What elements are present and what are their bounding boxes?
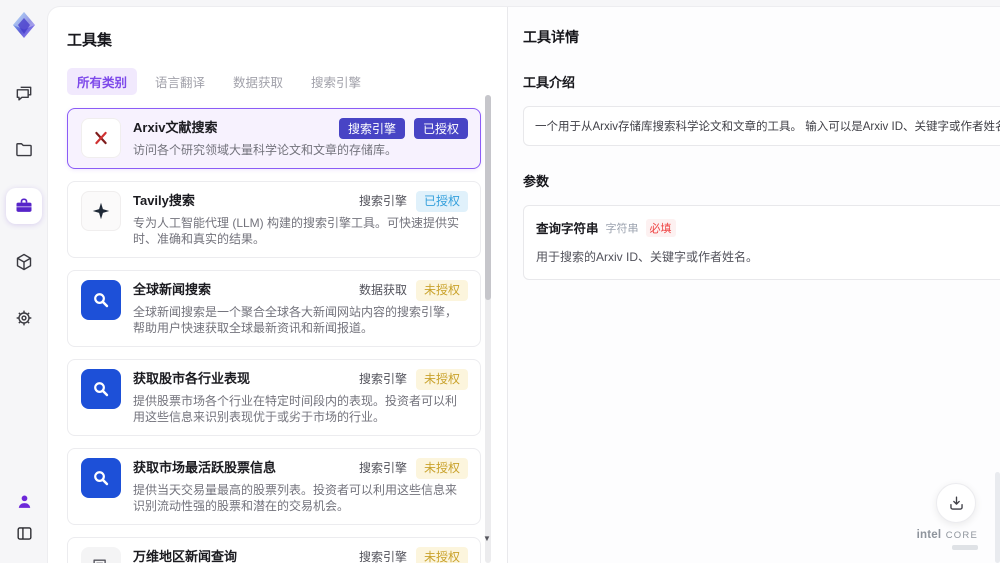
brand-subtext-bar	[952, 545, 978, 550]
tool-card[interactable]: Tavily搜索 搜索引擎 已授权专为人工智能代理 (LLM) 构建的搜索引擎工具。…	[67, 180, 481, 258]
params-heading: 参数	[523, 174, 550, 189]
tab-search-engine[interactable]: 搜索引擎	[301, 68, 371, 95]
gear-icon[interactable]	[6, 300, 42, 336]
tab-data-fetch[interactable]: 数据获取	[223, 68, 293, 95]
tool-desc: 全球新闻搜索是一个聚合全球各大新闻网站内容的搜索引擎，帮助用户快速获取全球最新资…	[133, 304, 458, 336]
param-desc: 用于搜索的Arxiv ID、关键字或作者姓名。	[536, 250, 759, 264]
tool-desc: 专为人工智能代理 (LLM) 构建的搜索引擎工具。可快速提供实时、准确和真实的结…	[133, 215, 460, 247]
tool-name: 获取股市各行业表现	[133, 370, 251, 386]
tool-name: Arxiv文献搜索	[133, 120, 218, 135]
tool-desc: 访问各个研究领域大量科学论文和文章的存储库。	[133, 143, 398, 157]
toolbox-icon[interactable]	[6, 188, 42, 224]
tool-name: 万维地区新闻查询	[133, 548, 238, 563]
app-window: 工具集 所有类别 语言翻译 数据获取 搜索引擎 Arxiv文献搜索 搜索引擎 已授权…	[0, 0, 1000, 563]
avatar-icon[interactable]	[6, 485, 42, 517]
param-name: 查询字符串	[536, 222, 599, 236]
scrollbar-thumb[interactable]	[485, 95, 491, 300]
app-logo-icon	[7, 8, 41, 42]
intro-text: 一个用于从Arxiv存储库搜索科学论文和文章的工具。 输入可以是Arxiv ID…	[523, 106, 1000, 146]
tool-card[interactable]: 获取市场最活跃股票信息 搜索引擎 未授权提供当天交易量最高的股票列表。投资者可以利用…	[67, 447, 481, 525]
tool-card[interactable]: Arxiv文献搜索 搜索引擎 已授权访问各个研究领域大量科学论文和文章的存储库。	[67, 108, 481, 169]
category-tabs: 所有类别 语言翻译 数据获取 搜索引擎	[67, 68, 481, 95]
scroll-down-icon[interactable]: ▼	[483, 534, 491, 543]
arxiv-icon	[81, 118, 121, 158]
news-icon	[81, 546, 121, 563]
param-card: 查询字符串 字符串 必填 用于搜索的Arxiv ID、关键字或作者姓名。	[523, 205, 1000, 280]
main-content: 工具集 所有类别 语言翻译 数据获取 搜索引擎 Arxiv文献搜索 搜索引擎 已授权…	[48, 7, 1000, 563]
category-badge: 搜索引擎	[358, 194, 407, 208]
param-required-badge: 必填	[645, 218, 676, 237]
tool-list: Arxiv文献搜索 搜索引擎 已授权 访问各个研究领域大量科学论文和文章的存储库。 Ta…	[67, 108, 481, 563]
tool-name: 获取市场最活跃股票信息	[133, 459, 277, 475]
search-blue-icon	[81, 457, 121, 498]
chat-icon[interactable]	[6, 76, 42, 112]
tab-translation[interactable]: 语言翻译	[145, 68, 215, 95]
param-type: 字符串	[605, 222, 639, 235]
page-title: 工具集	[67, 32, 113, 49]
tool-card[interactable]: 万维地区新闻查询搜索引擎未授权查询具体行政区划内的新闻，快速了解各地新闻动	[67, 536, 481, 563]
tool-card[interactable]: 全球新闻搜索 数据获取 未授权全球新闻搜索是一个聚合全球各大新闻网站内容的搜索引擎，…	[67, 269, 481, 347]
folder-icon[interactable]	[6, 132, 42, 168]
intel-core-logo: intel CORE	[917, 528, 978, 550]
panel-toggle-icon[interactable]	[6, 517, 42, 549]
category-badge: 搜索引擎	[358, 550, 407, 563]
list-scrollbar[interactable]: ▼	[483, 95, 491, 563]
tool-desc: 提供股票市场各个行业在特定时间段内的表现。投资者可以利用这些信息来识别表现优于或…	[133, 393, 458, 425]
download-button[interactable]	[936, 483, 976, 523]
tab-all-categories[interactable]: 所有类别	[67, 68, 138, 95]
brand-intel: intel	[916, 529, 942, 541]
category-badge: 搜索引擎	[338, 118, 405, 139]
search-blue-icon	[81, 368, 121, 409]
tool-name: Tavily搜索	[133, 192, 195, 208]
tool-desc: 提供当天交易量最高的股票列表。投资者可以利用这些信息来识别流动性强的股票和潜在的…	[133, 482, 458, 514]
intro-heading: 工具介绍	[523, 75, 576, 90]
brand-core: CORE	[945, 530, 978, 541]
tool-name: 全球新闻搜索	[133, 281, 212, 297]
auth-badge: 未授权	[415, 368, 468, 390]
auth-badge: 已授权	[413, 118, 468, 139]
sidebar	[0, 0, 48, 563]
window-scrollbar[interactable]	[995, 472, 1000, 563]
category-badge: 搜索引擎	[358, 461, 407, 475]
category-badge: 数据获取	[358, 283, 407, 297]
tool-list-panel: 工具集 所有类别 语言翻译 数据获取 搜索引擎 Arxiv文献搜索 搜索引擎 已授权…	[48, 7, 507, 563]
auth-badge: 未授权	[415, 546, 468, 563]
tavily-icon	[81, 190, 121, 231]
auth-badge: 未授权	[415, 457, 468, 479]
details-title: 工具详情	[523, 29, 579, 45]
tool-details-panel: 工具详情 工具介绍 一个用于从Arxiv存储库搜索科学论文和文章的工具。 输入可…	[507, 7, 1000, 563]
auth-badge: 未授权	[415, 279, 468, 301]
category-badge: 搜索引擎	[358, 372, 407, 386]
auth-badge: 已授权	[415, 190, 468, 212]
cube-icon[interactable]	[6, 244, 42, 280]
search-blue-icon	[81, 279, 121, 320]
tool-card[interactable]: 获取股市各行业表现 搜索引擎 未授权提供股票市场各个行业在特定时间段内的表现。投资者…	[67, 358, 481, 436]
